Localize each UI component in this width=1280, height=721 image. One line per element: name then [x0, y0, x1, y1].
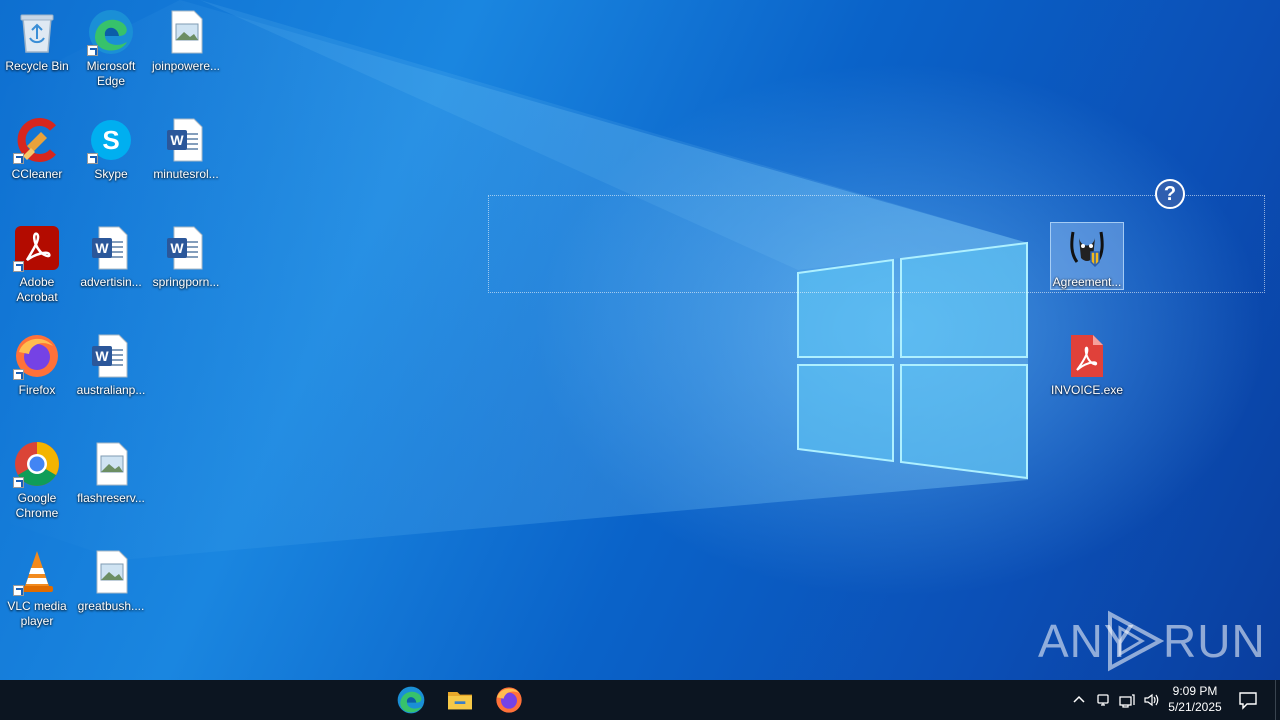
desktop-icon-australian-doc[interactable]: W australianp...	[73, 332, 149, 398]
chevron-up-icon[interactable]	[1071, 692, 1087, 708]
desktop-icon-vlc[interactable]: VLC media player	[0, 548, 75, 629]
svg-text:W: W	[95, 240, 109, 256]
image-file-icon	[162, 8, 210, 56]
desktop-icon-label: Google Chrome	[15, 491, 59, 520]
desktop-icon-label: Microsoft Edge	[86, 59, 136, 88]
desktop-icon-agreement-exe[interactable]: Agreement...	[1049, 224, 1125, 290]
svg-text:S: S	[102, 125, 119, 155]
desktop-icon-greatbush-image[interactable]: greatbush....	[73, 548, 149, 614]
firefox-icon	[496, 687, 522, 713]
edge-icon	[87, 8, 135, 56]
image-file-icon	[87, 440, 135, 488]
desktop-icon-label: greatbush....	[77, 599, 145, 613]
image-file-icon	[87, 548, 135, 596]
network-icon[interactable]	[1119, 692, 1135, 708]
desktop-icon-google-chrome[interactable]: Google Chrome	[0, 440, 75, 521]
firefox-icon	[13, 332, 61, 380]
desktop-icon-label: springporn...	[152, 275, 220, 289]
desktop-icon-invoice-exe[interactable]: INVOICE.exe	[1049, 332, 1125, 398]
clock-time: 9:09 PM	[1172, 684, 1218, 698]
word-doc-icon: W	[87, 332, 135, 380]
watermark-text-run: RUN	[1163, 615, 1266, 667]
file-explorer-icon	[448, 692, 472, 710]
svg-text:W: W	[95, 348, 109, 364]
desktop-icon-label: Recycle Bin	[5, 59, 69, 73]
taskbar[interactable]: 9:09 PM 5/21/2025	[0, 680, 1280, 720]
shortcut-arrow-icon	[13, 153, 24, 164]
skype-icon: S	[87, 116, 135, 164]
desktop-icon-adobe-acrobat[interactable]: Adobe Acrobat	[0, 224, 75, 305]
acrobat-icon	[13, 224, 61, 272]
system-clock[interactable]: 9:09 PM 5/21/2025	[1160, 683, 1230, 715]
desktop-icon-label: VLC media player	[7, 599, 67, 628]
show-desktop-button[interactable]	[1275, 680, 1280, 720]
shortcut-arrow-icon	[87, 45, 98, 56]
shortcut-arrow-icon	[13, 477, 24, 488]
invoice-exe-icon	[1063, 332, 1111, 380]
desktop-icon-label: Skype	[94, 167, 128, 181]
volume-icon[interactable]	[1143, 692, 1159, 708]
taskbar-edge-button[interactable]	[395, 684, 427, 716]
desktop-icon-label: Agreement...	[1052, 275, 1122, 289]
desktop-icon-firefox[interactable]: Firefox	[0, 332, 75, 398]
desktop-icon-label: joinpowere...	[151, 59, 221, 73]
notification-icon[interactable]	[1238, 690, 1258, 710]
desktop-icon-springporn-doc[interactable]: W springporn...	[148, 224, 224, 290]
word-doc-icon: W	[87, 224, 135, 272]
shortcut-arrow-icon	[13, 585, 24, 596]
clock-date: 5/21/2025	[1168, 700, 1222, 714]
shortcut-arrow-icon	[87, 153, 98, 164]
desktop-icon-label: australianp...	[76, 383, 146, 397]
desktop-icon-minutesrol-doc[interactable]: W minutesrol...	[148, 116, 224, 182]
anyrun-watermark: ANY RUN	[1038, 610, 1265, 672]
help-icon[interactable]: ?	[1155, 179, 1185, 209]
desktop-icon-joinpowere-image[interactable]: joinpowere...	[148, 8, 224, 74]
shortcut-arrow-icon	[13, 369, 24, 380]
agreement-exe-icon	[1063, 224, 1111, 272]
desktop-icon-label: INVOICE.exe	[1050, 383, 1124, 397]
desktop-icon-label: minutesrol...	[153, 167, 219, 181]
word-doc-icon: W	[162, 224, 210, 272]
chrome-icon	[13, 440, 61, 488]
desktop-icon-advertising-doc[interactable]: W advertisin...	[73, 224, 149, 290]
word-doc-icon: W	[162, 116, 210, 164]
play-triangle-icon	[1108, 610, 1164, 672]
svg-text:W: W	[170, 132, 184, 148]
desktop-icon-label: CCleaner	[11, 167, 63, 181]
svg-text:W: W	[170, 240, 184, 256]
recycle-bin-icon	[13, 8, 61, 56]
desktop-icon-label: flashreserv...	[77, 491, 145, 505]
desktop-icon-flashreserv-image[interactable]: flashreserv...	[73, 440, 149, 506]
desktop-icon-label: advertisin...	[80, 275, 142, 289]
edge-icon	[397, 686, 425, 714]
desktop-icon-microsoft-edge[interactable]: Microsoft Edge	[73, 8, 149, 89]
device-icon[interactable]	[1095, 692, 1111, 708]
taskbar-firefox-button[interactable]	[493, 684, 525, 716]
desktop-icon-skype[interactable]: S Skype	[73, 116, 149, 182]
desktop-icon-ccleaner[interactable]: CCleaner	[0, 116, 75, 182]
desktop-icon-recycle-bin[interactable]: Recycle Bin	[0, 8, 75, 74]
desktop[interactable]: Recycle Bin CCleaner Adobe Acrobat Firef…	[0, 0, 1280, 680]
ccleaner-icon	[13, 116, 61, 164]
desktop-icon-label: Adobe Acrobat	[16, 275, 58, 304]
vlc-icon	[13, 548, 61, 596]
shortcut-arrow-icon	[13, 261, 24, 272]
desktop-icon-label: Firefox	[18, 383, 56, 397]
selection-rectangle	[488, 195, 1265, 293]
taskbar-file-explorer-button[interactable]	[444, 684, 476, 716]
